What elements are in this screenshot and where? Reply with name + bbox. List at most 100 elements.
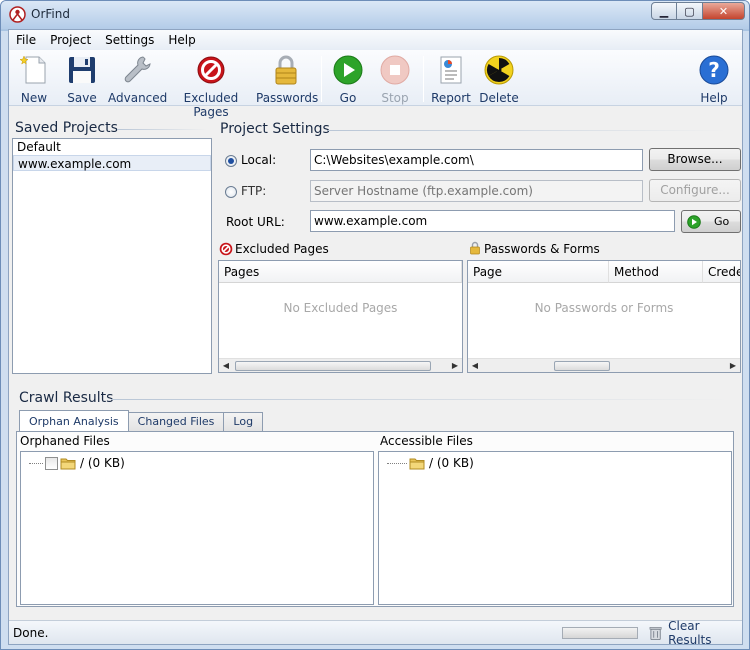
- root-url-go-button[interactable]: Go: [681, 210, 741, 233]
- toolbar-separator: [321, 56, 322, 102]
- go-label: Go: [339, 91, 357, 105]
- maximize-icon: ▢: [684, 4, 695, 18]
- advanced-button[interactable]: Advanced: [108, 54, 168, 105]
- go-button[interactable]: Go: [327, 54, 369, 105]
- toolbar: New Save Advanced Excluded Pages Passwor…: [9, 50, 742, 119]
- stop-icon: [380, 55, 410, 85]
- help-button[interactable]: ? Help: [693, 54, 735, 105]
- new-document-icon: [19, 55, 46, 84]
- client-area: File Project Settings Help New Save Adva…: [8, 29, 743, 647]
- tab-orphan-analysis[interactable]: Orphan Analysis: [19, 410, 129, 432]
- passwords-empty-text: No Passwords or Forms: [534, 301, 674, 315]
- column-header-method[interactable]: Method: [609, 261, 703, 283]
- orphaned-files-tree[interactable]: / (0 KB): [20, 451, 374, 605]
- padlock-icon: [470, 241, 480, 255]
- scroll-thumb[interactable]: [235, 361, 431, 371]
- local-radio[interactable]: [225, 155, 237, 167]
- menu-project[interactable]: Project: [43, 33, 98, 47]
- column-header-pages[interactable]: Pages: [219, 261, 462, 283]
- report-document-icon: [440, 56, 462, 84]
- radiation-icon: [484, 55, 514, 85]
- stop-label: Stop: [381, 91, 409, 105]
- minimize-icon: ▁: [659, 4, 669, 18]
- help-label: Help: [700, 91, 728, 105]
- root-url-go-label: Go: [714, 215, 730, 228]
- browse-button[interactable]: Browse...: [649, 148, 741, 171]
- tree-node-checkbox[interactable]: [45, 456, 58, 470]
- column-header-credentials[interactable]: Crede: [703, 261, 740, 283]
- ftp-hostname-input[interactable]: [310, 180, 643, 202]
- save-button[interactable]: Save: [59, 54, 105, 105]
- project-item-default[interactable]: Default: [13, 139, 211, 155]
- tab-log[interactable]: Log: [223, 412, 264, 432]
- tree-node-label: / (0 KB): [80, 456, 125, 470]
- play-icon: [333, 55, 363, 85]
- help-icon: ?: [699, 55, 729, 85]
- title-bar: OrFind ▁ ▢ ✕: [1, 1, 749, 29]
- folder-icon: [60, 458, 76, 469]
- minimize-button[interactable]: ▁: [651, 2, 677, 20]
- passwords-forms-heading: Passwords & Forms: [484, 242, 600, 256]
- menu-settings[interactable]: Settings: [98, 33, 161, 47]
- orphaned-files-heading: Orphaned Files: [20, 434, 110, 448]
- saved-projects-title: Saved Projects: [15, 120, 118, 136]
- excluded-pages-heading: Excluded Pages: [235, 242, 329, 256]
- scroll-left-icon[interactable]: ◀: [219, 359, 233, 373]
- tree-node-label: / (0 KB): [429, 456, 474, 470]
- menu-help[interactable]: Help: [161, 33, 202, 47]
- close-icon: ✕: [718, 4, 729, 18]
- configure-button[interactable]: Configure...: [649, 179, 741, 202]
- menu-bar: File Project Settings Help: [9, 30, 742, 50]
- excluded-pages-label: Excluded Pages: [183, 91, 239, 119]
- app-window: OrFind ▁ ▢ ✕ File Project Settings Help …: [0, 0, 750, 650]
- tree-connector: [387, 462, 407, 464]
- ftp-label: FTP:: [241, 184, 267, 198]
- accessible-files-tree[interactable]: / (0 KB): [378, 451, 732, 605]
- project-item-example[interactable]: www.example.com: [13, 155, 211, 171]
- passwords-button[interactable]: Passwords: [256, 54, 318, 105]
- progress-bar: [562, 627, 638, 639]
- scroll-left-icon[interactable]: ◀: [468, 359, 482, 372]
- root-url-input[interactable]: [310, 210, 675, 232]
- excluded-pages-button[interactable]: Excluded Pages: [169, 54, 253, 119]
- close-button[interactable]: ✕: [703, 2, 745, 20]
- saved-projects-list[interactable]: Default www.example.com: [12, 138, 212, 374]
- menu-file[interactable]: File: [9, 33, 43, 47]
- project-settings-title: Project Settings: [220, 121, 330, 137]
- tree-node-root[interactable]: / (0 KB): [29, 456, 125, 470]
- local-path-input[interactable]: [310, 149, 643, 171]
- tree-node-root[interactable]: / (0 KB): [387, 456, 474, 470]
- maximize-button[interactable]: ▢: [677, 2, 703, 20]
- passwords-forms-list[interactable]: Page Method Crede No Passwords or Forms …: [467, 260, 741, 373]
- excluded-pages-list[interactable]: Pages No Excluded Pages ◀ ▶: [218, 260, 463, 373]
- ftp-radio[interactable]: [225, 186, 237, 198]
- window-controls: ▁ ▢ ✕: [651, 2, 745, 20]
- horizontal-scrollbar[interactable]: ◀ ▶: [219, 358, 462, 372]
- tab-changed-files[interactable]: Changed Files: [127, 412, 225, 432]
- toolbar-separator: [423, 56, 424, 102]
- horizontal-scrollbar[interactable]: ◀ ▶: [468, 358, 740, 372]
- delete-button[interactable]: Delete: [477, 54, 521, 105]
- scroll-right-icon[interactable]: ▶: [448, 359, 462, 373]
- report-button[interactable]: Report: [429, 54, 473, 105]
- excluded-empty-text: No Excluded Pages: [283, 301, 398, 315]
- column-header-page[interactable]: Page: [468, 261, 609, 283]
- stop-button[interactable]: Stop: [373, 54, 417, 105]
- heading-divider: [328, 130, 728, 131]
- local-label: Local:: [241, 153, 277, 167]
- clear-results-label: Clear Results: [668, 619, 712, 647]
- status-bar: Done. Clear Results: [9, 619, 742, 647]
- report-label: Report: [431, 91, 471, 105]
- padlock-icon: [275, 55, 297, 85]
- new-label: New: [20, 91, 48, 105]
- wrench-icon: [124, 56, 151, 83]
- crawl-results-tabs: Orphan Analysis Changed Files Log: [19, 410, 264, 432]
- crawl-results-heading: Crawl Results: [19, 390, 731, 406]
- root-url-label: Root URL:: [226, 215, 285, 229]
- scroll-right-icon[interactable]: ▶: [726, 359, 740, 372]
- new-button[interactable]: New: [11, 54, 57, 105]
- play-icon: [687, 215, 701, 229]
- advanced-label: Advanced: [108, 91, 168, 105]
- scroll-thumb[interactable]: [554, 361, 610, 371]
- clear-results-button[interactable]: Clear Results: [649, 619, 742, 647]
